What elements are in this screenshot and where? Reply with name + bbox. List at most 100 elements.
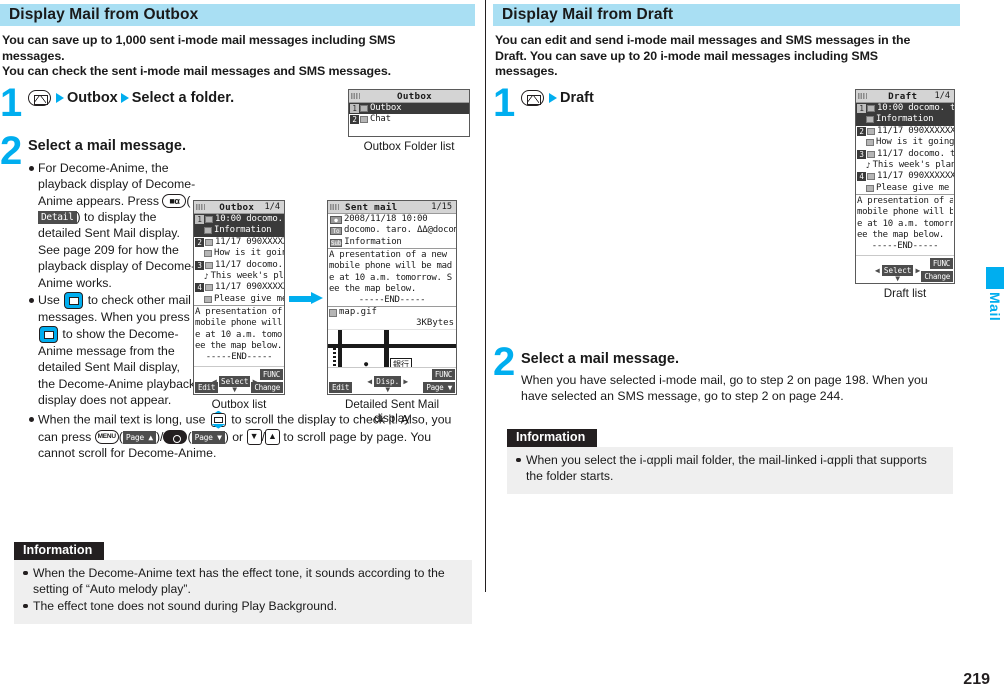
body-line: mobile phone will be mad: [329, 261, 452, 272]
row-index: 2: [350, 115, 359, 125]
arrow-right-icon: [549, 92, 557, 103]
attachment-row[interactable]: map.gif: [328, 306, 456, 318]
intro-line: Draft. You can save up to 20 i-mode mail…: [495, 48, 878, 63]
softkey-center[interactable]: Disp.: [367, 376, 408, 387]
manual-page: Display Mail from Outbox You can save up…: [0, 0, 1004, 697]
list-item-subject: How is it going?: [856, 137, 954, 148]
step-2-bullets: For Decome-Anime, the playback display o…: [28, 160, 198, 409]
row-index: 1: [350, 104, 359, 113]
preview-line: ee the map below.: [857, 229, 945, 240]
multi-direction-key-icon: [64, 292, 84, 310]
subject-icon: [204, 295, 212, 303]
softkey-func[interactable]: FUNC: [929, 258, 953, 269]
softkey-center[interactable]: Select: [875, 265, 921, 276]
signal-icon: [196, 201, 209, 214]
row-line2: Please give me a cal: [876, 182, 954, 193]
body-line: ee the map below.: [329, 283, 417, 294]
list-item[interactable]: 1 10:00 docomo. taro. ΔΔ: [194, 214, 284, 226]
field-value: docomo. taro. ΔΔ@docom: [344, 225, 457, 236]
row-index: 1: [857, 104, 866, 113]
intro-line: You can save up to 1,000 sent i-mode mai…: [2, 33, 396, 47]
page-number: 219: [963, 671, 990, 688]
information-item: The effect tone does not sound during Pl…: [22, 598, 464, 614]
mail-key-icon: [521, 89, 544, 106]
phone-title: Outbox: [397, 90, 432, 102]
softkey-bar: Edit Select ▼ FUNC Change: [194, 366, 284, 394]
body-line: A presentation of a new: [329, 250, 447, 261]
row-index: 4: [857, 172, 866, 182]
caption-draft-list: Draft list: [883, 287, 927, 300]
list-item[interactable]: 2 11/17 090XXXXXXXX: [194, 237, 284, 248]
list-item[interactable]: 4 11/17 090XXXXXXXX: [194, 282, 284, 293]
melody-icon: ♪: [204, 272, 209, 282]
preview-line: ee the map below.: [195, 340, 283, 351]
row-line1: 11/17 090XXXXXXXX: [215, 282, 284, 293]
menu-key-icon: MENU: [94, 430, 119, 445]
phone-title-bar: Outbox: [349, 90, 469, 103]
mail-icon: [867, 150, 875, 158]
softkey-func[interactable]: FUNC: [431, 369, 455, 380]
softkey-left[interactable]: Edit: [329, 382, 353, 393]
folder-row[interactable]: 2 Chat: [349, 114, 469, 125]
step-2-title: Select a mail message.: [521, 351, 679, 367]
right-column: Display Mail from Draft You can edit and…: [493, 0, 960, 494]
softkey-page-down[interactable]: Page ▼: [423, 382, 455, 393]
step-number: 1: [0, 80, 22, 125]
row-line1: 11/17 docomo. taro. ΔΔ: [215, 259, 284, 270]
step-1-part1: Outbox: [67, 89, 118, 106]
melody-icon: ♪: [866, 161, 871, 171]
row-line2: How is it going?: [214, 248, 284, 259]
mail-icon: [867, 127, 875, 135]
mail-icon: [205, 284, 213, 292]
field-value: Information: [344, 236, 402, 247]
preview-line: -----END-----: [205, 352, 273, 363]
row-index: 2: [195, 237, 204, 247]
subject-icon: [866, 139, 874, 147]
list-item[interactable]: 2 11/17 090XXXXXXXX: [856, 126, 954, 137]
subject-icon: [204, 250, 212, 258]
list-item[interactable]: 3 11/17 docomo. taro. ΔΔ: [856, 149, 954, 160]
section-header-draft: Display Mail from Draft: [493, 4, 960, 26]
phone-title-bar: Draft 1/4: [856, 90, 954, 103]
message-preview: A presentation of a new mobile phone wil…: [194, 305, 284, 363]
phone-counter: 1/4: [264, 201, 280, 212]
side-tab-label: Mail: [987, 292, 1003, 322]
preview-line: e at 10 a.m. tomorrow. S: [857, 218, 953, 229]
arrow-right-icon: [120, 92, 129, 103]
list-item[interactable]: 1 10:00 docomo. taro. ΔΔ: [856, 103, 954, 115]
folder-row[interactable]: 1 Outbox: [349, 103, 469, 115]
phone-title-bar: Sent mail 1/15: [328, 201, 456, 214]
bullet-text-c: to show the Decome-Anime message from th…: [38, 326, 196, 408]
folder-icon: [360, 105, 368, 112]
softkey-bar: Edit Disp. ▼ FUNC Page ▼: [328, 367, 456, 394]
row-line2: Information: [214, 225, 272, 236]
softkey-func[interactable]: FUNC: [259, 369, 283, 380]
row-line2: How is it going?: [876, 137, 955, 148]
intro-line: You can check the sent i-mode mail messa…: [2, 64, 391, 79]
softkey-change[interactable]: Change: [921, 271, 953, 282]
row-line2: Information: [876, 114, 934, 125]
signal-icon: [351, 90, 364, 103]
mail-list: 1 10:00 docomo. taro. ΔΔ Information 2 1…: [856, 103, 954, 194]
step-1-part1: Draft: [560, 89, 594, 106]
page-up-chip: Page ▲: [122, 430, 156, 444]
mail-icon: [867, 173, 875, 181]
phone-screen-outbox-folder: Outbox 1 Outbox 2 Chat: [348, 89, 470, 137]
chevron-down-icon: ▼: [385, 385, 391, 394]
transition-arrow-wrap: [285, 200, 327, 395]
softkey-center[interactable]: Select: [212, 376, 258, 387]
list-item-subject: Information: [856, 114, 954, 126]
information-item: When you select the i-αppli mail folder,…: [515, 452, 945, 484]
step-2-body: When you have selected i-mode mail, go t…: [521, 373, 928, 404]
list-item[interactable]: 4 11/17 090XXXXXXXX: [856, 171, 954, 182]
phone-title: Sent mail: [345, 201, 398, 213]
phone-counter: 1/4: [934, 90, 950, 101]
preview-line: -----END-----: [871, 241, 939, 252]
list-item[interactable]: 3 11/17 docomo. taro. ΔΔ: [194, 260, 284, 271]
chevron-down-icon: ▼: [895, 274, 901, 283]
row-index: 3: [195, 260, 204, 270]
map-marker-icon: ●: [364, 360, 369, 367]
row-line1: 11/17 090XXXXXXXX: [215, 236, 284, 247]
phone-screen-draft-list: Draft 1/4 1 10:00 docomo. taro. ΔΔ Infor…: [855, 89, 955, 284]
intro-paragraph-outbox: You can save up to 1,000 sent i-mode mai…: [2, 33, 473, 80]
